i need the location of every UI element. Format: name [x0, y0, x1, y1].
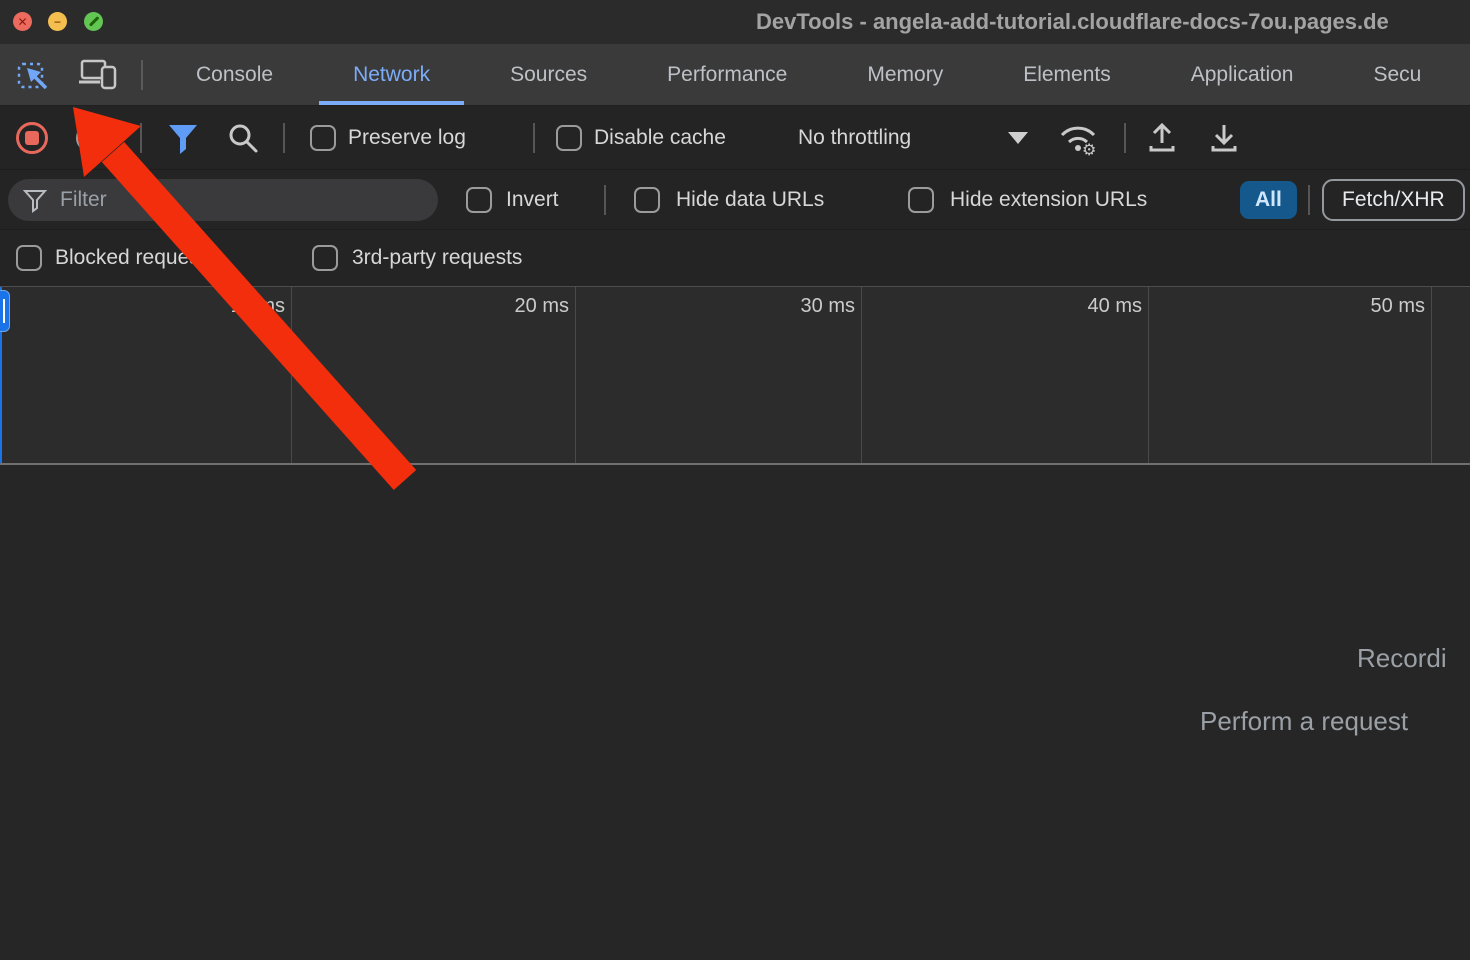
perform-request-hint-text: Perform a request — [1200, 706, 1408, 737]
toolbar-divider — [1124, 123, 1126, 153]
minimize-window-button[interactable]: − — [48, 12, 67, 31]
window-title: DevTools - angela-add-tutorial.cloudflar… — [756, 9, 1389, 35]
clear-icon — [83, 130, 97, 144]
request-filters-row: Blocked requests 3rd-party requests — [0, 230, 1470, 286]
timeline-tick-label: 40 ms — [1052, 295, 1142, 318]
hide-extension-urls-label: Hide extension URLs — [950, 188, 1147, 212]
inspect-cursor-icon — [16, 58, 52, 94]
download-icon — [1206, 122, 1242, 154]
throttling-dropdown-arrow-icon[interactable] — [1008, 132, 1028, 144]
tab-network[interactable]: Network — [313, 44, 470, 105]
tab-memory[interactable]: Memory — [827, 44, 983, 105]
tab-console[interactable]: Console — [156, 44, 313, 105]
upload-icon — [1144, 122, 1180, 154]
title-bar: ✕ − DevTools - angela-add-tutorial.cloud… — [0, 0, 1470, 44]
timeline-gridline — [861, 287, 862, 463]
disable-cache-checkbox[interactable] — [556, 125, 582, 151]
stop-recording-button[interactable] — [16, 122, 48, 154]
close-window-button[interactable]: ✕ — [13, 12, 32, 31]
tab-performance[interactable]: Performance — [627, 44, 827, 105]
tab-elements[interactable]: Elements — [983, 44, 1151, 105]
third-party-requests-checkbox[interactable] — [312, 245, 338, 271]
inspect-element-button[interactable] — [16, 58, 52, 94]
timeline-gridline — [1148, 287, 1149, 463]
toolbar-divider — [283, 123, 285, 153]
devtools-window: ✕ − DevTools - angela-add-tutorial.cloud… — [0, 0, 1470, 960]
recording-status-text: Recordi — [1357, 643, 1447, 674]
preserve-log-checkbox[interactable] — [310, 125, 336, 151]
network-overview-timeline[interactable]: 10 ms 20 ms 30 ms 40 ms 50 ms — [0, 286, 1470, 465]
record-stop-icon — [25, 131, 39, 145]
third-party-requests-label: 3rd-party requests — [352, 246, 522, 270]
fullscreen-disabled-icon — [88, 16, 98, 26]
hide-data-urls-checkbox[interactable] — [634, 187, 660, 213]
timeline-tick-label: 30 ms — [765, 295, 855, 318]
invert-checkbox[interactable] — [466, 187, 492, 213]
toolbar-divider — [533, 123, 535, 153]
search-icon — [226, 121, 260, 155]
timeline-gridline — [291, 287, 292, 463]
timeline-selection-handle[interactable] — [0, 290, 10, 332]
network-log-empty-area: Recordi Perform a request — [0, 465, 1470, 960]
show-filter-bar-button[interactable] — [166, 120, 200, 156]
throttling-select[interactable]: No throttling — [798, 126, 911, 150]
tab-security[interactable]: Secu — [1333, 44, 1461, 105]
clear-network-log-button[interactable] — [76, 124, 104, 152]
disable-cache-label: Disable cache — [594, 126, 726, 150]
timeline-gridline — [1431, 287, 1432, 463]
zoom-window-button[interactable] — [84, 12, 103, 31]
preserve-log-label: Preserve log — [348, 126, 466, 150]
timeline-tick-label: 20 ms — [479, 295, 569, 318]
hide-data-urls-label: Hide data URLs — [676, 188, 824, 212]
network-conditions-button[interactable]: ⚙ — [1056, 119, 1102, 157]
timeline-tick-label: 50 ms — [1335, 295, 1425, 318]
filter-input-container — [8, 179, 438, 221]
tab-sources[interactable]: Sources — [470, 44, 627, 105]
devtools-tab-bar: Console Network Sources Performance Memo… — [0, 44, 1470, 106]
filter-funnel-icon — [166, 120, 200, 156]
network-conditions-wifi-icon: ⚙ — [1056, 119, 1102, 157]
toolbar-divider — [1308, 185, 1310, 215]
invert-label: Invert — [506, 188, 559, 212]
network-filter-bar: Invert Hide data URLs Hide extension URL… — [0, 170, 1470, 230]
network-toolbar: Preserve log Disable cache No throttling… — [0, 106, 1470, 170]
toggle-device-toolbar-button[interactable] — [78, 58, 118, 92]
timeline-tick-label: 10 ms — [195, 295, 285, 318]
request-type-chip-fetch-xhr[interactable]: Fetch/XHR — [1322, 179, 1465, 221]
request-type-chip-all[interactable]: All — [1240, 181, 1297, 219]
svg-text:⚙: ⚙ — [1082, 142, 1096, 157]
device-toolbar-icon — [78, 58, 118, 92]
timeline-gridline — [575, 287, 576, 463]
toolbar-divider — [140, 123, 142, 153]
tab-bar-divider — [141, 60, 143, 90]
export-har-button[interactable] — [1206, 122, 1242, 154]
toolbar-divider — [604, 185, 606, 215]
tab-application[interactable]: Application — [1151, 44, 1334, 105]
blocked-requests-checkbox[interactable] — [16, 245, 42, 271]
panel-tabs: Console Network Sources Performance Memo… — [156, 44, 1461, 105]
filter-funnel-outline-icon — [22, 187, 48, 213]
import-har-button[interactable] — [1144, 122, 1180, 154]
blocked-requests-label: Blocked requests — [55, 246, 216, 270]
filter-input[interactable] — [60, 188, 424, 212]
search-network-button[interactable] — [226, 121, 260, 155]
hide-extension-urls-checkbox[interactable] — [908, 187, 934, 213]
handle-grip-icon — [3, 299, 5, 323]
